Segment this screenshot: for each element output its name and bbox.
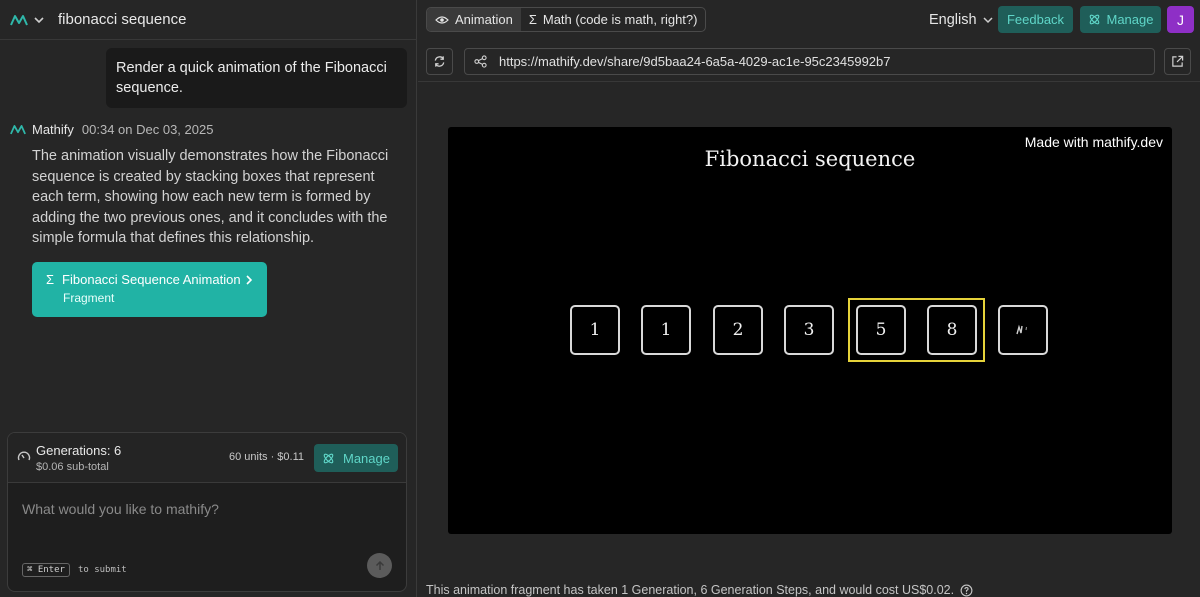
refresh-button[interactable]: [426, 48, 453, 75]
assistant-meta: Mathify 00:34 on Dec 03, 2025: [10, 122, 213, 137]
footer-text: This animation fragment has taken 1 Gene…: [426, 583, 955, 597]
sigma-icon: Σ: [46, 272, 55, 287]
animation-player[interactable]: Made with mathify.dev Fibonacci sequence…: [448, 127, 1172, 534]
help-icon[interactable]: [960, 584, 973, 597]
language-select[interactable]: English: [929, 12, 993, 28]
fragment-card[interactable]: Σ Fibonacci Sequence Animation Fragment: [32, 262, 267, 317]
user-message: Render a quick animation of the Fibonacc…: [106, 48, 407, 108]
chevron-down-icon: [983, 17, 993, 24]
open-external-button[interactable]: [1164, 48, 1191, 75]
composer: Generations: 6 $0.06 sub-total 60 units …: [7, 432, 407, 592]
arrow-up-icon: [375, 560, 384, 570]
highlight-frame: [848, 298, 985, 362]
chat-header: fibonacci sequence: [0, 0, 417, 40]
prompt-input[interactable]: What would you like to mathify?: [22, 501, 219, 517]
fib-term-box-next: [998, 305, 1048, 355]
external-link-icon: [1172, 55, 1184, 67]
key-hint: ⌘ Enter: [22, 563, 70, 577]
subtotal: $0.06 sub-total: [36, 461, 109, 473]
sigma-icon: Σ: [528, 12, 537, 27]
tab-animation[interactable]: Animation: [427, 8, 521, 31]
chevron-right-icon: [246, 275, 253, 285]
chevron-down-icon[interactable]: [34, 15, 44, 25]
eye-icon: [435, 15, 449, 24]
fib-term-box: 1: [570, 305, 620, 355]
refresh-icon: [434, 56, 445, 67]
generations-count: Generations: 6: [36, 443, 122, 458]
avatar[interactable]: J: [1167, 6, 1194, 33]
manage-button[interactable]: Manage: [1080, 6, 1161, 33]
fib-term-box: 3: [784, 305, 834, 355]
fib-term-box: 2: [713, 305, 763, 355]
mathify-logo-icon: [10, 125, 26, 135]
fragment-title: Fibonacci Sequence Animation: [62, 272, 241, 287]
animation-title: Fibonacci sequence: [704, 147, 916, 171]
hint-text: to submit: [77, 565, 127, 575]
submit-hint: ⌘ Enter to submit: [22, 563, 127, 577]
tab-math[interactable]: Σ Math (code is math, right?): [521, 8, 706, 31]
assistant-name: Mathify: [32, 122, 74, 137]
manage-button[interactable]: Manage: [314, 444, 398, 472]
tab-label: Animation: [455, 12, 513, 27]
generations-bar: Generations: 6 $0.06 sub-total 60 units …: [8, 433, 406, 483]
language-value: English: [929, 12, 977, 28]
view-tabs: Animation Σ Math (code is math, right?): [426, 7, 707, 32]
share-bar: https://mathify.dev/share/9d5baa24-6a5a-…: [418, 40, 1200, 82]
feedback-button[interactable]: Feedback: [998, 6, 1073, 33]
project-title[interactable]: fibonacci sequence: [58, 11, 186, 28]
cost-footer: This animation fragment has taken 1 Gene…: [426, 583, 973, 597]
atom-icon: [323, 453, 334, 463]
manage-label: Manage: [1106, 12, 1154, 27]
gauge-icon: [17, 451, 31, 461]
mathify-logo-icon[interactable]: [10, 14, 28, 26]
manage-label: Manage: [343, 450, 390, 466]
morphing-glyph-icon: [1016, 324, 1027, 335]
units-cost: 60 units · $0.11: [228, 451, 304, 463]
tab-label: Math (code is math, right?): [542, 12, 698, 27]
atom-icon: [1089, 14, 1099, 25]
share-url-field[interactable]: https://mathify.dev/share/9d5baa24-6a5a-…: [464, 48, 1155, 75]
fragment-subtitle: Fragment: [63, 291, 115, 305]
preview-toolbar: Animation Σ Math (code is math, right?) …: [418, 0, 1200, 40]
assistant-message: The animation visually demonstrates how …: [32, 148, 389, 246]
fib-term-box: 1: [641, 305, 691, 355]
send-button[interactable]: [367, 553, 392, 578]
share-icon: [474, 55, 487, 68]
assistant-timestamp: 00:34 on Dec 03, 2025: [81, 122, 214, 137]
chat-panel: fibonacci sequence Render a quick animat…: [0, 0, 417, 597]
share-url: https://mathify.dev/share/9d5baa24-6a5a-…: [499, 54, 891, 69]
